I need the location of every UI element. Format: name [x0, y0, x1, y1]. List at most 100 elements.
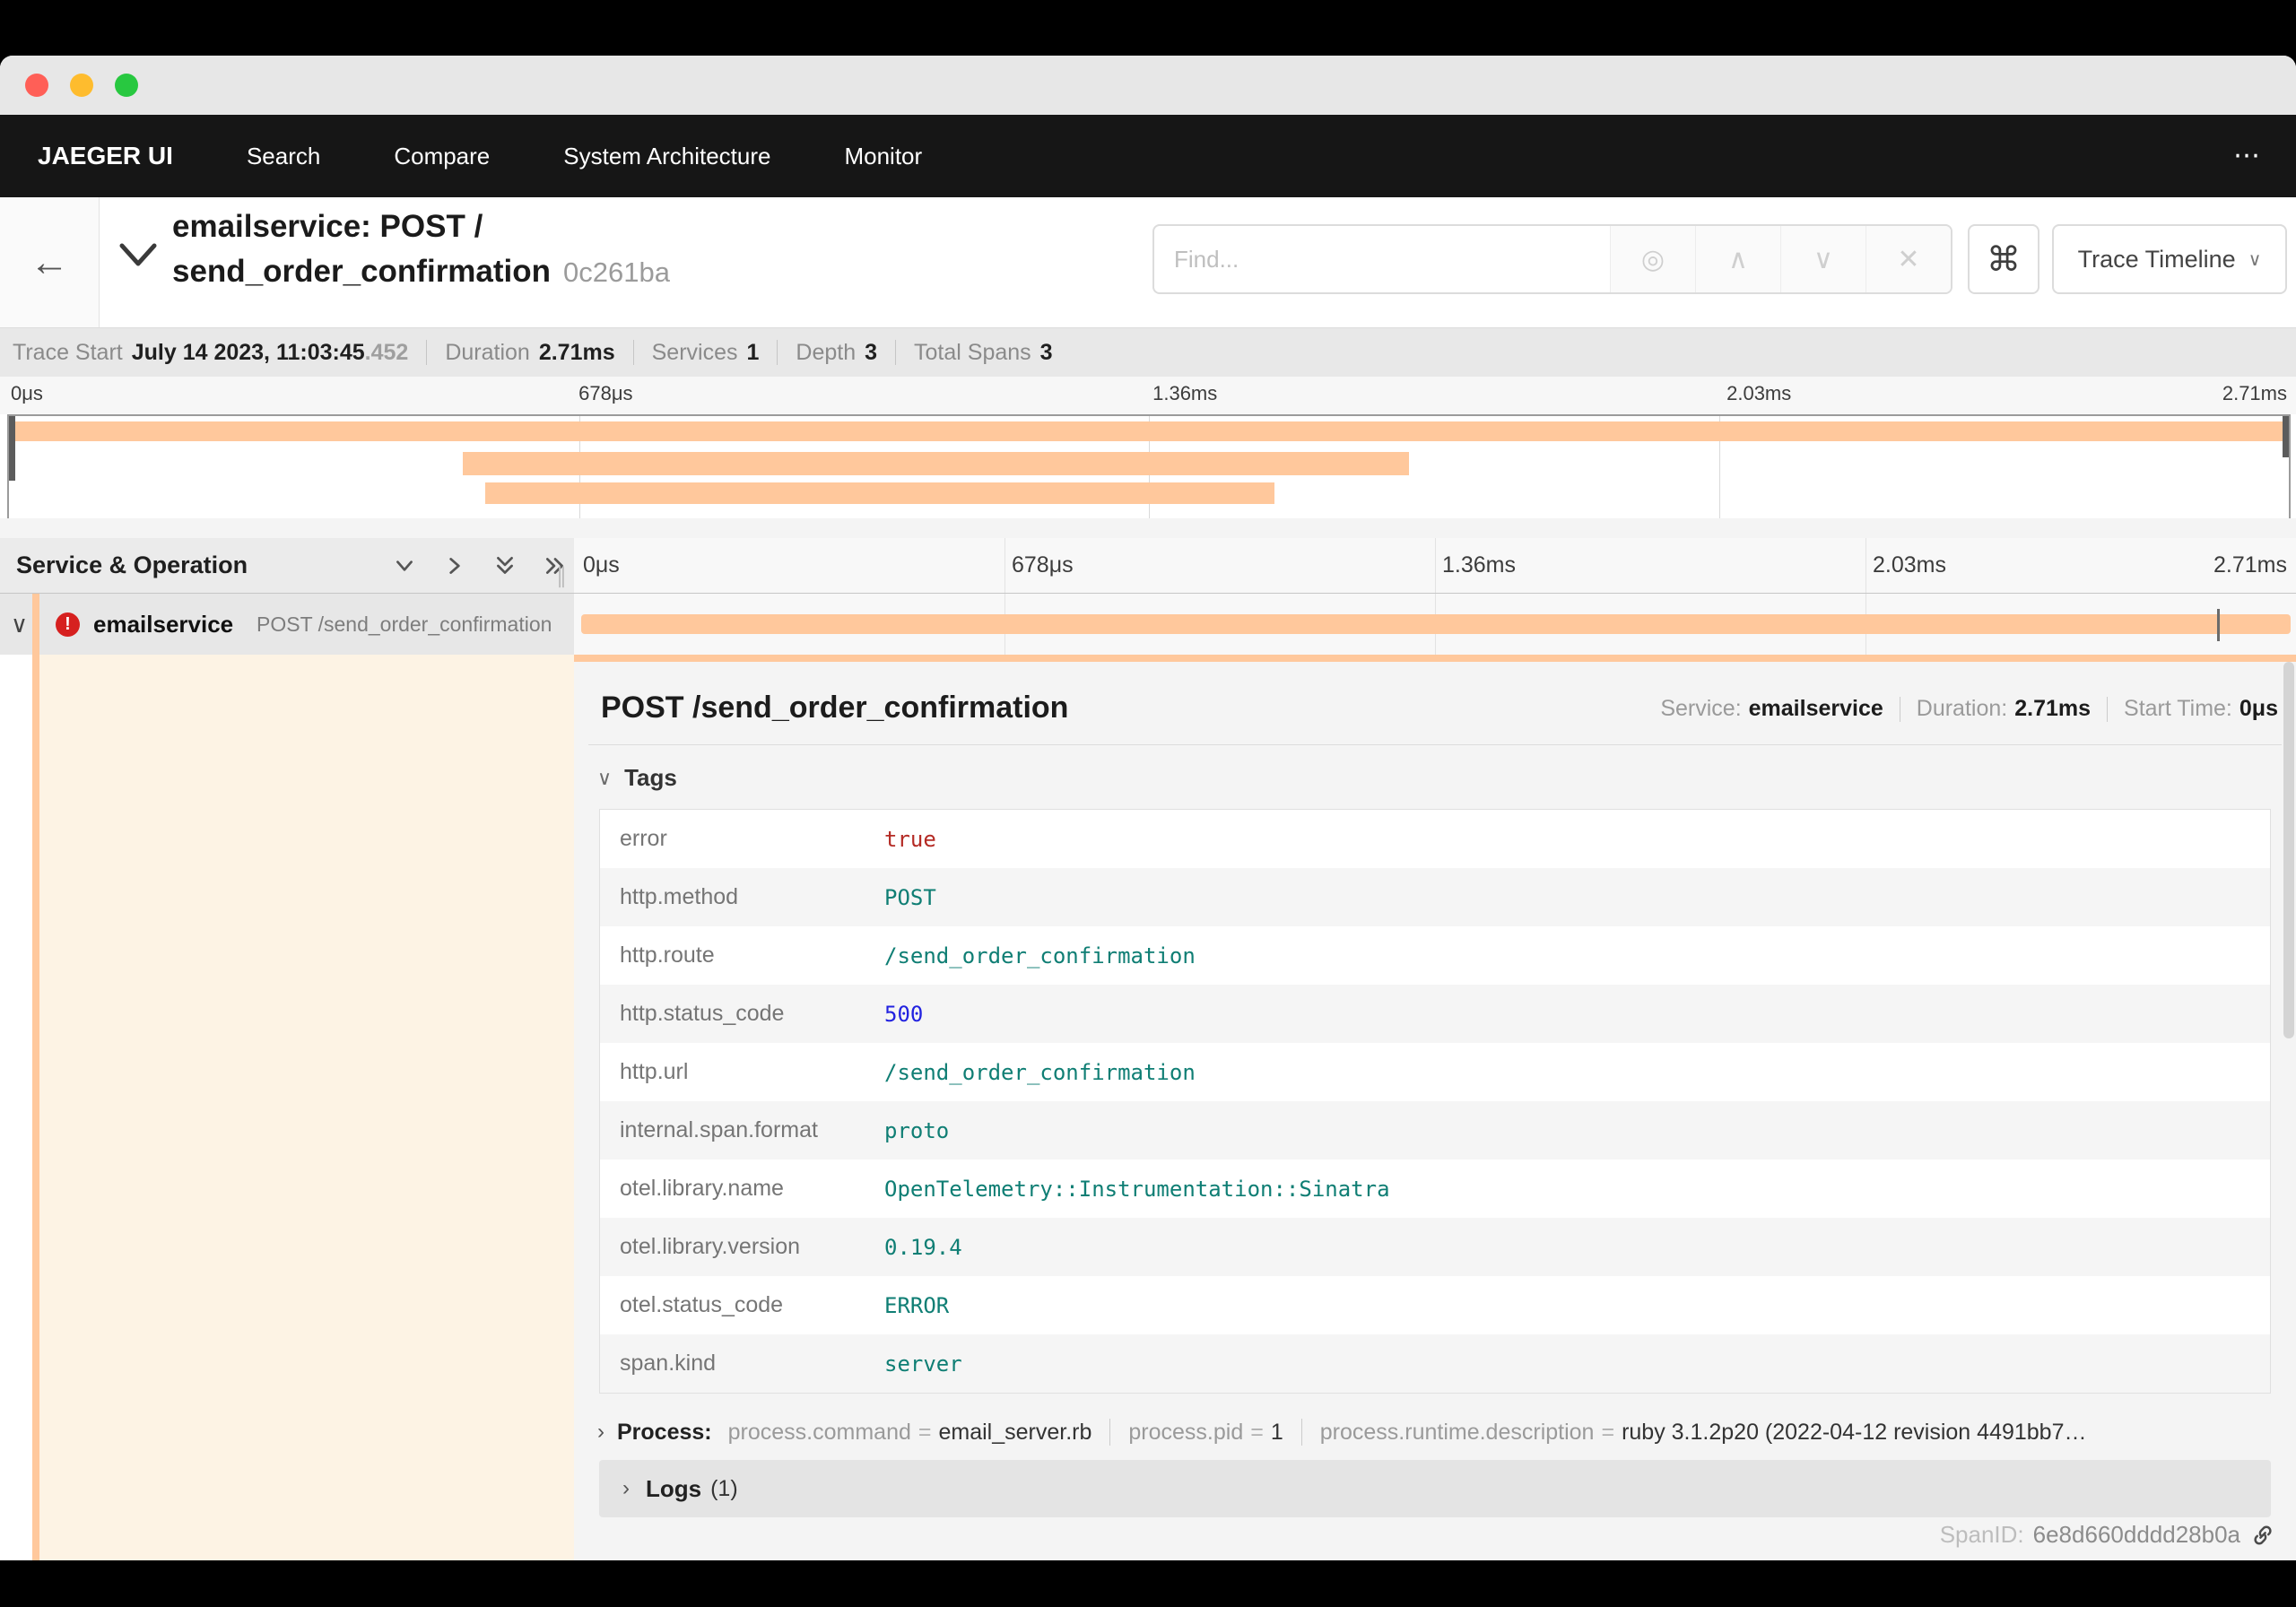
divider — [1109, 1419, 1111, 1446]
detail-meta: Service: emailservice Duration: 2.71ms S… — [1660, 696, 2278, 722]
divider — [588, 744, 2282, 745]
tag-key: http.url — [620, 1059, 689, 1084]
process-section-title: Process: — [617, 1419, 712, 1445]
command-icon: ⌘ — [1987, 240, 2021, 279]
tag-key: otel.status_code — [620, 1292, 784, 1317]
divider — [1300, 1419, 1302, 1446]
span-log-marker — [2216, 609, 2220, 641]
span-duration-bar[interactable] — [581, 614, 2291, 634]
summary-value: July 14 2023, 11:03:45.452 — [131, 339, 409, 365]
tag-row: http.status_code 500 — [600, 985, 2270, 1043]
tick-label: 2.03ms — [1726, 382, 1792, 404]
back-arrow-icon: ← — [30, 239, 69, 284]
chevron-down-icon: ∨ — [597, 766, 613, 789]
tick-label: 2.71ms — [2213, 552, 2287, 578]
tags-section-title: Tags — [624, 764, 677, 791]
chevron-up-icon: ∧ — [1728, 244, 1748, 274]
copy-link-icon[interactable] — [2244, 1516, 2282, 1553]
meta-label: Start Time: — [2124, 696, 2232, 721]
summary-value: 1 — [746, 339, 760, 365]
tag-value: true — [884, 826, 936, 852]
logs-count: (1) — [710, 1475, 738, 1501]
expand-one-level-icon[interactable] — [443, 554, 466, 578]
close-icon: ✕ — [1897, 244, 1920, 274]
summary-label: Trace Start — [13, 339, 123, 365]
find-locate-button[interactable]: ◎ — [1610, 226, 1695, 292]
collapse-one-level-icon[interactable] — [393, 554, 416, 578]
process-section-toggle[interactable]: › Process: process.command = email_serve… — [597, 1419, 2269, 1446]
span-row-timeline-cell[interactable] — [574, 594, 2296, 655]
tags-section-toggle[interactable]: ∨ Tags — [597, 764, 677, 792]
tag-key: http.status_code — [620, 1001, 785, 1026]
detail-scrollbar[interactable] — [2283, 662, 2294, 1038]
keyboard-shortcuts-button[interactable]: ⌘ — [1968, 224, 2039, 294]
chevron-right-icon: › — [622, 1476, 630, 1500]
trace-header: ← emailservice: POST / send_order_confir… — [0, 197, 2296, 327]
back-button[interactable]: ← — [0, 197, 100, 327]
column-resize-handle[interactable]: ∥ — [556, 563, 567, 589]
find-input[interactable] — [1154, 226, 1610, 292]
find-next-button[interactable]: ∨ — [1780, 226, 1866, 292]
tag-row: otel.library.version 0.19.4 — [600, 1218, 2270, 1276]
logs-section-toggle[interactable]: › Logs (1) — [599, 1460, 2271, 1517]
meta-label: Service: — [1660, 696, 1742, 721]
span-id-value: 6e8d660dddd28b0a — [2032, 1521, 2240, 1548]
timeline-gridline — [1435, 538, 1436, 593]
detail-accent-bar — [574, 655, 2296, 662]
summary-label: Services — [651, 339, 738, 365]
equals-sign: = — [1250, 1419, 1264, 1445]
nav-item-system-architecture[interactable]: System Architecture — [563, 143, 770, 170]
equals-sign: = — [1601, 1419, 1615, 1445]
span-row-emailservice[interactable]: ∨ ! emailservice POST /send_order_confir… — [0, 594, 2296, 655]
span-id-label: SpanID: — [1939, 1521, 2024, 1548]
summary-label: Total Spans — [914, 339, 1031, 365]
tag-value: /send_order_confirmation — [884, 1059, 1196, 1085]
summary-label: Depth — [796, 339, 857, 365]
span-row-name-cell[interactable]: ∨ ! emailservice POST /send_order_confir… — [0, 594, 574, 655]
service-operation-title: Service & Operation — [16, 552, 248, 578]
minimap-span-bar — [462, 452, 1409, 475]
nav-overflow-menu-icon[interactable]: ⋯ — [2233, 140, 2262, 171]
tag-key: internal.span.format — [620, 1117, 818, 1142]
zoom-window-button[interactable] — [115, 74, 138, 97]
trace-summary-bar: Trace Start July 14 2023, 11:03:45.452 D… — [0, 327, 2296, 377]
tags-table: error true http.method POST http.route/sen… — [599, 809, 2271, 1394]
trace-minimap[interactable] — [7, 414, 2291, 520]
tag-key: http.method — [620, 884, 739, 909]
process-value: ruby 3.1.2p20 (2022-04-12 revision 4491b… — [1622, 1419, 2087, 1445]
divider — [632, 340, 634, 365]
divider — [777, 340, 778, 365]
jaeger-logo[interactable]: JAEGER UI — [38, 142, 173, 170]
nav-item-monitor[interactable]: Monitor — [844, 143, 922, 170]
tag-key: otel.library.version — [620, 1234, 801, 1259]
close-window-button[interactable] — [25, 74, 48, 97]
collapse-all-icon[interactable] — [493, 554, 517, 578]
nav-item-compare[interactable]: Compare — [394, 143, 490, 170]
tag-row: otel.status_code ERROR — [600, 1276, 2270, 1334]
nav-item-search[interactable]: Search — [247, 143, 320, 170]
minimize-window-button[interactable] — [70, 74, 93, 97]
tag-key: span.kind — [620, 1351, 717, 1376]
tag-row: http.method POST — [600, 868, 2270, 926]
tick-label: 2.03ms — [1873, 552, 1946, 578]
view-selector-label: Trace Timeline — [2077, 245, 2236, 273]
minimap-span-bar — [13, 421, 2284, 441]
summary-value: 3 — [1039, 339, 1053, 365]
find-clear-button[interactable]: ✕ — [1866, 226, 1951, 292]
trace-view-selector[interactable]: Trace Timeline ∨ — [2052, 224, 2287, 294]
tag-row: http.url/send_order_confirmation — [600, 1043, 2270, 1101]
tag-value: ERROR — [884, 1292, 950, 1318]
timeline-header: 0μs 678μs 1.36ms 2.03ms 2.71ms — [574, 538, 2296, 593]
span-detail-card: POST /send_order_confirmation Service: e… — [574, 655, 2296, 1560]
trace-title-line2: send_order_confirmation — [172, 254, 552, 289]
tick-label: 2.71ms — [2222, 382, 2287, 404]
span-collapse-chevron-icon[interactable]: ∨ — [11, 611, 28, 638]
minimap-left-scrubber-handle[interactable] — [9, 416, 15, 481]
collapse-trace-chevron-icon[interactable] — [115, 237, 161, 277]
process-value: email_server.rb — [938, 1419, 1092, 1445]
summary-value: 2.71ms — [538, 339, 615, 365]
meta-label: Duration: — [1916, 696, 2008, 721]
minimap-right-scrubber-handle[interactable] — [2283, 416, 2289, 457]
find-prev-button[interactable]: ∧ — [1695, 226, 1780, 292]
tag-value: 500 — [884, 1001, 924, 1027]
